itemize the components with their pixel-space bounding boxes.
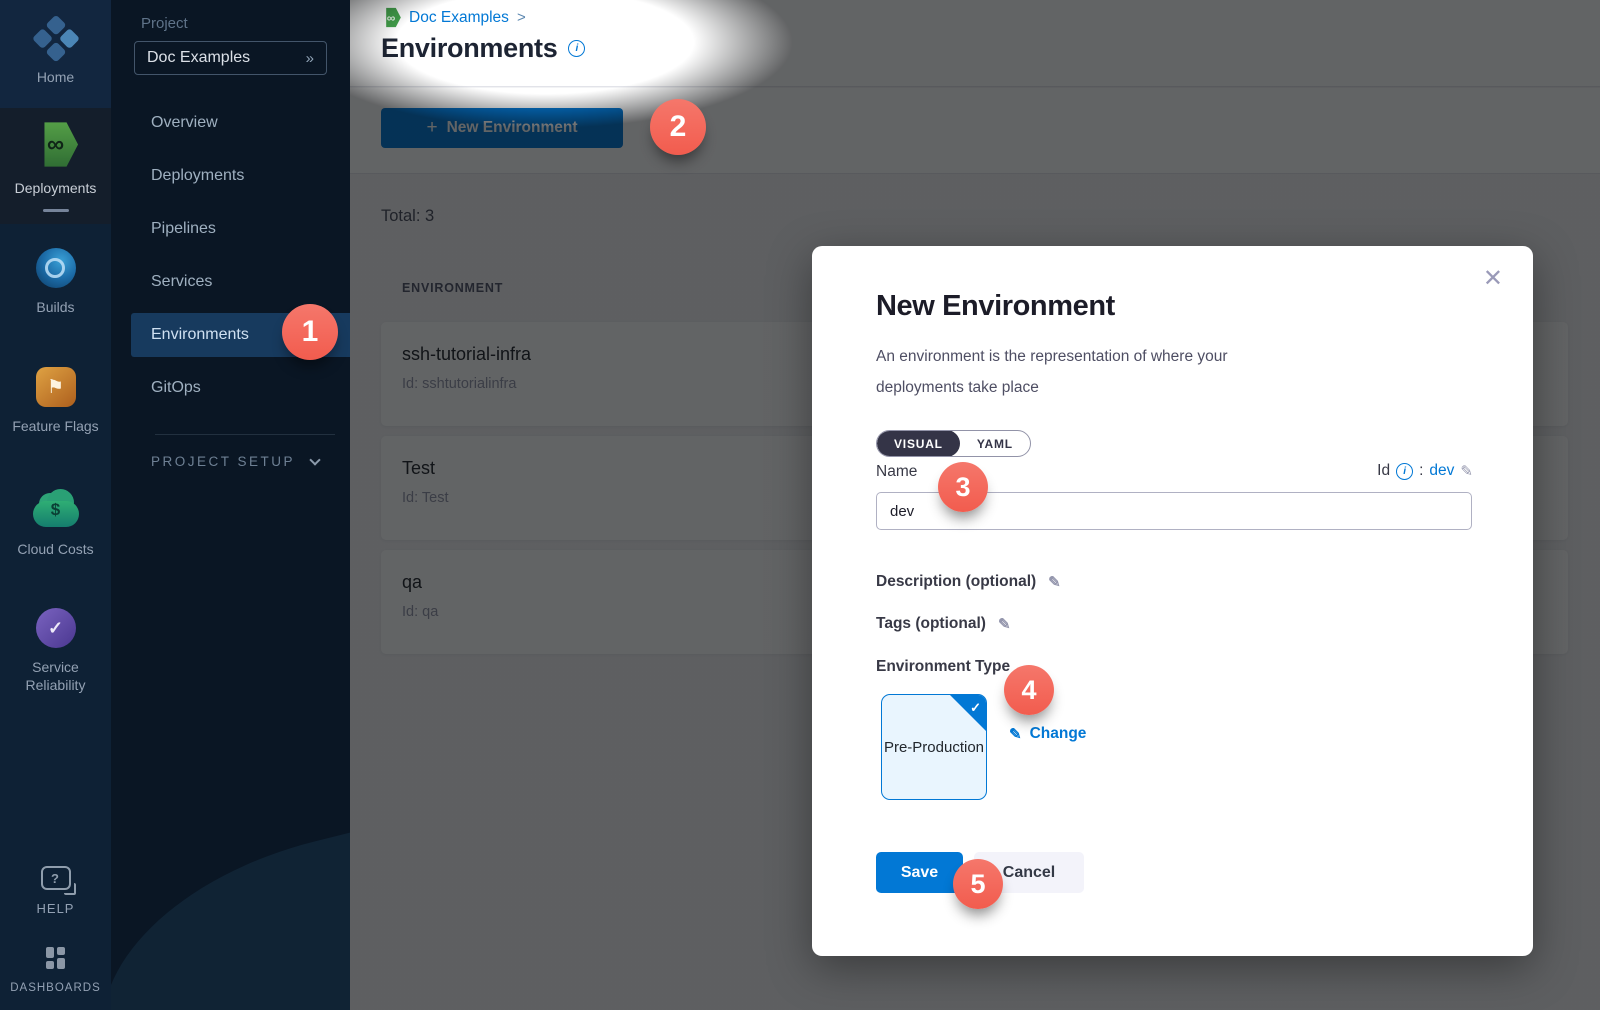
rail-item-deployments[interactable]: ∞ Deployments <box>0 108 111 224</box>
chevron-down-icon <box>309 454 320 465</box>
double-chevron-icon: » <box>306 50 314 67</box>
rail-item-label: Home <box>33 68 78 86</box>
sidebar-item-deployments[interactable]: Deployments <box>111 149 350 202</box>
annotation-badge-1: 1 <box>282 304 338 360</box>
annotation-badge-2: 2 <box>650 99 706 155</box>
new-environment-button[interactable]: + New Environment <box>381 108 623 148</box>
sidebar-item-pipelines[interactable]: Pipelines <box>111 202 350 255</box>
plus-icon: + <box>426 117 437 139</box>
total-count: Total: 3 <box>381 207 434 226</box>
annotation-badge-3: 3 <box>938 462 988 512</box>
edit-tags-pencil-icon[interactable]: ✎ <box>998 615 1011 633</box>
tab-visual[interactable]: VISUAL <box>877 430 960 457</box>
name-label: Name <box>876 463 917 481</box>
project-selector[interactable]: Doc Examples » <box>134 41 327 75</box>
rail-item-dashboards[interactable]: DASHBOARDS <box>0 934 111 1010</box>
feature-flags-icon: ⚑ <box>36 367 76 407</box>
sidebar-divider <box>155 434 335 435</box>
id-label: Id <box>1377 462 1390 480</box>
breadcrumb: ∞ Doc Examples > <box>381 7 526 28</box>
edit-id-pencil-icon[interactable]: ✎ <box>1460 462 1473 480</box>
sidebar-wave-decoration <box>111 767 350 1010</box>
help-icon: ? <box>41 866 71 890</box>
project-sidebar: Project Doc Examples » Overview Deployme… <box>111 0 350 1010</box>
rail-item-cloud-costs[interactable]: $ Cloud Costs <box>0 462 111 584</box>
chevron-right-icon: > <box>517 9 526 26</box>
dashboards-icon <box>46 947 65 969</box>
change-environment-type-link[interactable]: ✎ Change <box>1009 725 1086 743</box>
id-separator: : <box>1419 462 1423 480</box>
rail-item-label: Deployments <box>11 179 101 197</box>
id-value: dev <box>1429 462 1454 480</box>
cloud-costs-icon: $ <box>32 488 80 530</box>
home-icon <box>30 15 81 66</box>
column-header-environment: ENVIRONMENT <box>402 281 503 295</box>
rail-item-feature-flags[interactable]: ⚑ Feature Flags <box>0 340 111 462</box>
annotation-badge-4: 4 <box>1004 665 1054 715</box>
rail-item-service-reliability[interactable]: ✓ Service Reliability <box>0 584 111 718</box>
tags-field: Tags (optional) ✎ <box>876 615 1011 633</box>
id-info-icon[interactable]: i <box>1396 463 1413 480</box>
new-environment-modal: ✕ New Environment An environment is the … <box>812 246 1533 956</box>
rail-item-label: Cloud Costs <box>13 540 97 558</box>
rail-item-label: Feature Flags <box>8 417 102 435</box>
page-header: ∞ Doc Examples > Environments i <box>350 0 1600 87</box>
module-rail: Home ∞ Deployments Builds ⚑ Feature Flag… <box>0 0 111 1010</box>
toolbar: + New Environment <box>350 88 1600 174</box>
visual-yaml-toggle: VISUAL YAML <box>876 430 1031 457</box>
description-field: Description (optional) ✎ <box>876 573 1061 591</box>
rail-item-label: Service Reliability <box>0 658 111 694</box>
environment-type-value: Pre-Production <box>884 737 984 758</box>
app-root: Home ∞ Deployments Builds ⚑ Feature Flag… <box>0 0 1600 1010</box>
sidebar-item-services[interactable]: Services <box>111 255 350 308</box>
rail-item-home[interactable]: Home <box>0 0 111 108</box>
builds-icon <box>36 248 76 288</box>
change-pencil-icon: ✎ <box>1009 725 1022 743</box>
environment-type-card-pre-production[interactable]: Pre-Production ✓ <box>881 694 987 800</box>
tab-yaml[interactable]: YAML <box>960 430 1030 457</box>
project-setup-toggle[interactable]: PROJECT SETUP <box>151 454 319 469</box>
modal-description: An environment is the representation of … <box>876 341 1306 403</box>
rail-item-label: HELP <box>33 900 79 918</box>
project-selector-value: Doc Examples <box>147 49 250 67</box>
page-title: Environments <box>381 33 557 64</box>
sidebar-item-overview[interactable]: Overview <box>111 96 350 149</box>
rail-item-builds[interactable]: Builds <box>0 224 111 340</box>
annotation-badge-5: 5 <box>953 859 1003 909</box>
save-button[interactable]: Save <box>876 852 963 893</box>
project-section-label: Project <box>141 15 188 32</box>
service-reliability-icon: ✓ <box>36 608 76 648</box>
rail-item-help[interactable]: ? HELP <box>0 850 111 934</box>
project-menu: Overview Deployments Pipelines Services … <box>111 96 350 414</box>
active-module-indicator <box>43 209 69 212</box>
sidebar-item-gitops[interactable]: GitOps <box>111 361 350 414</box>
deployments-icon: ∞ <box>33 121 79 169</box>
project-hexagon-icon: ∞ <box>381 7 401 28</box>
close-icon[interactable]: ✕ <box>1483 264 1503 293</box>
edit-description-pencil-icon[interactable]: ✎ <box>1048 573 1061 591</box>
check-icon: ✓ <box>970 697 981 718</box>
rail-item-label: DASHBOARDS <box>6 979 105 997</box>
info-icon[interactable]: i <box>568 40 585 57</box>
rail-item-label: Builds <box>32 298 78 316</box>
breadcrumb-link[interactable]: Doc Examples <box>409 9 509 27</box>
modal-title: New Environment <box>876 290 1115 323</box>
environment-type-label: Environment Type <box>876 658 1010 676</box>
id-row: Id i : dev ✎ <box>1377 462 1473 480</box>
